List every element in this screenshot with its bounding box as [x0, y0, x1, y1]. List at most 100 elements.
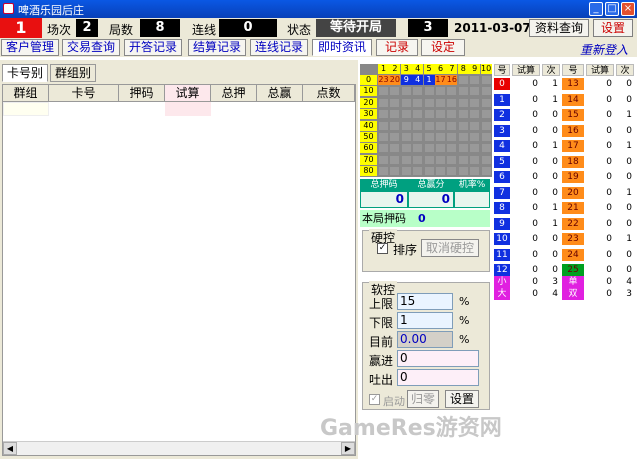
grid-cell — [400, 154, 412, 165]
round-bet-value: 0 — [418, 212, 426, 225]
rtable-cell: 4 — [552, 289, 558, 299]
start-label: 启动 — [383, 395, 405, 408]
grid-col-header: 2 — [389, 64, 401, 74]
grid-cell — [457, 109, 469, 120]
cancel-hard-control-button[interactable]: 取消硬控 — [421, 239, 479, 257]
grid-cell — [389, 143, 401, 154]
scroll-left-icon[interactable]: ◀ — [3, 442, 17, 455]
rtable-cell: 0 — [606, 141, 612, 151]
win-input[interactable]: 0 — [397, 350, 479, 367]
tab-live-info[interactable]: 即时资讯 — [312, 39, 372, 56]
grid-cell — [469, 97, 481, 108]
grid-cell — [457, 75, 469, 85]
rtable-cell: 0 — [626, 249, 632, 260]
rtable-cell: 0 — [626, 156, 632, 167]
col-points[interactable]: 点数 — [303, 85, 355, 102]
col-group[interactable]: 群组 — [3, 85, 49, 102]
grid-cell: 9 — [400, 75, 412, 85]
start-checkbox[interactable]: ✓ — [369, 394, 380, 405]
rtable-header[interactable]: 次 — [542, 64, 560, 76]
tab-by-group[interactable]: 群组别 — [50, 64, 97, 82]
bet-type-badge: 双 — [562, 288, 584, 300]
status-number: 3 — [408, 19, 448, 37]
rtable-header[interactable]: 试算 — [512, 64, 540, 76]
col-trial[interactable]: 试算 — [165, 85, 211, 102]
grid-cell — [412, 97, 424, 108]
tab-record[interactable]: 记录 — [376, 39, 418, 56]
grid-cell — [378, 154, 389, 165]
grid-cell — [469, 143, 481, 154]
out-input[interactable]: 0 — [397, 369, 479, 386]
number-badge: 6 — [494, 171, 510, 183]
rtable-header[interactable]: 试算 — [586, 64, 614, 76]
grid-cell — [457, 97, 469, 108]
rtable-header[interactable]: 号 — [562, 64, 584, 76]
lower-input[interactable]: 1 — [397, 312, 453, 329]
rtable-cell: 3 — [626, 289, 632, 299]
grid-cell — [378, 109, 389, 120]
horizontal-scrollbar[interactable]: ◀ ▶ — [3, 441, 355, 455]
bet-type-badge: 单 — [562, 276, 584, 288]
tab-streak-record[interactable]: 连线记录 — [250, 39, 308, 56]
grid-cell — [446, 120, 458, 131]
number-badge: 4 — [494, 140, 510, 152]
rtable-cell: 0 — [552, 172, 558, 182]
grid-cell — [423, 109, 435, 120]
game-count-label: 局数 — [109, 23, 134, 37]
grid-cell — [389, 109, 401, 120]
col-total-bet[interactable]: 总押 — [211, 85, 257, 102]
tab-answer-record[interactable]: 开答记录 — [124, 39, 182, 56]
relogin-link[interactable]: 重新登入 — [580, 41, 628, 58]
rtable-header[interactable]: 号 — [494, 64, 510, 76]
soft-control-group: 软控 上限 15 % 下限 1 % 目前 0.00 % 赢进 0 吐出 0 ✓ … — [362, 281, 490, 410]
grid-col-header: 9 — [469, 64, 481, 74]
streak-value: 0 — [219, 19, 277, 37]
minimize-button[interactable]: _ — [589, 2, 603, 16]
grid-cell — [469, 166, 481, 177]
close-button[interactable]: × — [621, 2, 635, 16]
rtable-cell: 0 — [626, 125, 632, 136]
number-badge: 22 — [562, 217, 584, 230]
tab-settlement[interactable]: 结算记录 — [188, 39, 246, 56]
col-total-win[interactable]: 总赢 — [257, 85, 303, 102]
grid-cell — [400, 143, 412, 154]
set-button[interactable]: 设置 — [445, 390, 479, 408]
grid-cell — [378, 97, 389, 108]
reset-button[interactable]: 归零 — [407, 390, 439, 408]
rtable-cell: 0 — [606, 110, 612, 120]
upper-input[interactable]: 15 — [397, 293, 453, 310]
grid-cell — [378, 166, 389, 177]
rtable-header[interactable]: 次 — [616, 64, 634, 76]
total-bet-value: 0 — [360, 191, 408, 208]
tab-customer[interactable]: 客户管理 — [1, 39, 59, 56]
tab-config[interactable]: 设定 — [421, 39, 465, 56]
rtable-cell: 0 — [606, 79, 612, 89]
number-badge: 7 — [494, 186, 510, 199]
round-number: 1 — [0, 18, 42, 38]
selected-cell[interactable] — [3, 102, 49, 116]
rtable-cell: 0 — [532, 156, 538, 167]
tab-trade-query[interactable]: 交易查询 — [62, 39, 120, 56]
member-table: 群组 卡号 押码 试算 总押 总赢 点数 ◀ ▶ — [2, 84, 356, 456]
number-badge: 0 — [494, 78, 510, 90]
sort-checkbox[interactable]: ✓ — [377, 243, 388, 254]
trial-cell — [165, 102, 211, 116]
settings-button[interactable]: 设置 — [593, 19, 633, 37]
stats-panel: 总押码 总赢分 机率% 0 0 — [360, 179, 490, 209]
rtable-cell: 0 — [532, 79, 538, 89]
total-score-label: 总赢分 — [408, 179, 454, 191]
maximize-button[interactable]: □ — [605, 2, 619, 16]
grid-cell — [446, 166, 458, 177]
number-badge: 20 — [562, 186, 584, 199]
scroll-right-icon[interactable]: ▶ — [341, 442, 355, 455]
rtable-cell: 0 — [606, 125, 612, 136]
rtable-cell: 0 — [532, 203, 538, 213]
session-value: 2 — [76, 19, 98, 37]
col-bet-code[interactable]: 押码 — [119, 85, 165, 102]
tab-by-card[interactable]: 卡号别 — [2, 64, 49, 82]
number-badge: 12 — [494, 264, 510, 276]
number-badge: 23 — [562, 233, 584, 245]
grid-cell — [457, 132, 469, 142]
query-button[interactable]: 资料查询 — [529, 19, 589, 37]
col-card[interactable]: 卡号 — [49, 85, 119, 102]
